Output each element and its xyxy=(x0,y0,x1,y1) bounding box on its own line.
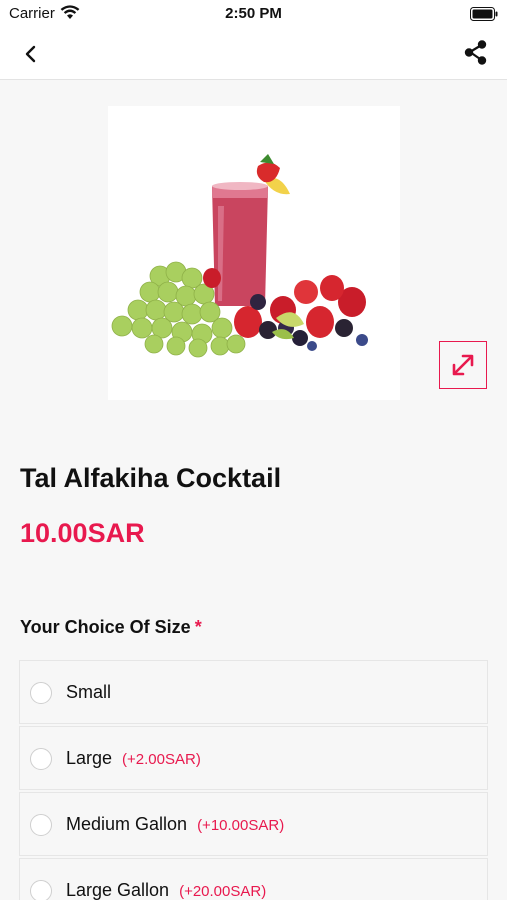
required-mark: * xyxy=(194,617,202,637)
radio-button[interactable] xyxy=(30,814,52,836)
back-button[interactable] xyxy=(14,40,46,68)
status-bar: Carrier 2:50 PM xyxy=(0,0,507,28)
expand-image-button[interactable] xyxy=(439,341,487,389)
share-icon xyxy=(464,40,487,65)
option-name: Large xyxy=(66,748,113,768)
option-label: Large Gallon (+20.00SAR) xyxy=(66,880,266,900)
fruit-cocktail-illustration xyxy=(108,106,400,400)
option-extra-price: (+20.00SAR) xyxy=(179,883,267,900)
expand-icon xyxy=(452,354,474,376)
share-button[interactable] xyxy=(461,38,491,68)
option-label: Small xyxy=(66,682,111,703)
radio-button[interactable] xyxy=(30,682,52,704)
option-name: Small xyxy=(66,682,112,702)
radio-button[interactable] xyxy=(30,880,52,900)
size-option-small[interactable]: Small xyxy=(19,660,488,724)
option-label: Medium Gallon (+10.00SAR) xyxy=(66,814,284,835)
size-option-medium-gallon[interactable]: Medium Gallon (+10.00SAR) xyxy=(19,792,488,856)
battery-icon xyxy=(470,7,498,21)
size-section-heading: Your Choice Of Size * xyxy=(20,617,202,638)
radio-button[interactable] xyxy=(30,748,52,770)
status-time: 2:50 PM xyxy=(225,5,282,22)
chevron-left-icon xyxy=(25,45,36,63)
size-option-large[interactable]: Large (+2.00SAR) xyxy=(19,726,488,790)
option-extra-price: (+2.00SAR) xyxy=(122,751,201,768)
product-title: Tal Alfakiha Cocktail xyxy=(20,463,282,493)
navigation-bar xyxy=(0,28,507,80)
option-label: Large (+2.00SAR) xyxy=(66,748,201,769)
product-image xyxy=(108,106,400,400)
size-section-title: Your Choice Of Size xyxy=(20,617,191,637)
product-price: 10.00SAR xyxy=(20,518,145,548)
option-name: Large Gallon xyxy=(66,880,170,900)
option-extra-price: (+10.00SAR) xyxy=(197,817,285,834)
size-option-large-gallon[interactable]: Large Gallon (+20.00SAR) xyxy=(19,858,488,900)
option-name: Medium Gallon xyxy=(66,814,188,834)
